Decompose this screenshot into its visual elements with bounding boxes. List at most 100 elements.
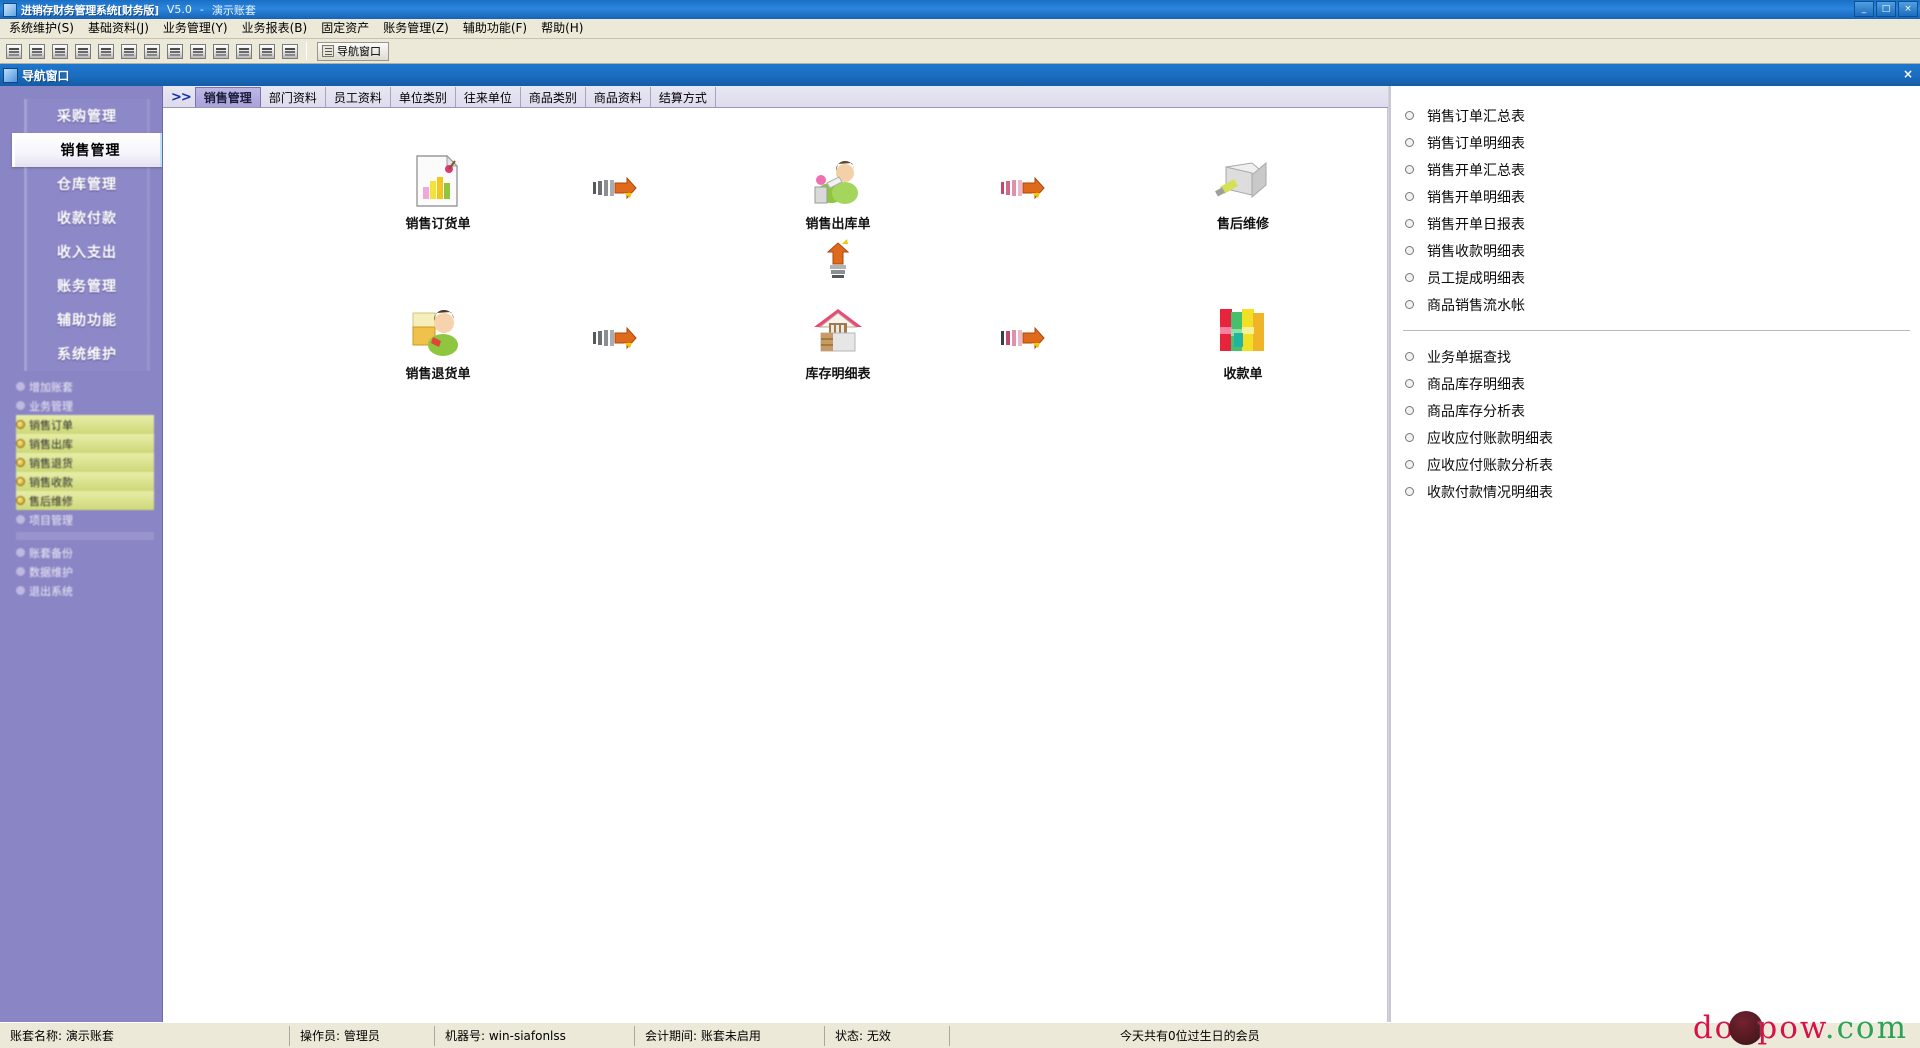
list-icon[interactable]	[72, 41, 93, 62]
list-item[interactable]: 账套备份	[16, 543, 154, 562]
report-link-sales-order-summary[interactable]: 销售订单汇总表	[1389, 102, 1920, 129]
list-item[interactable]: 销售收款	[16, 472, 154, 491]
window-account-name: 演示账套	[211, 3, 256, 17]
report-link-sales-receipt-detail[interactable]: 销售收款明细表	[1389, 237, 1920, 264]
list-item[interactable]: 业务管理	[16, 396, 154, 415]
toolbar-separator	[306, 42, 307, 60]
sidebar-main-list: 采购管理 销售管理 仓库管理 收款付款 收入支出 账务管理 辅助功能 系统维护	[12, 99, 162, 371]
tab-department-data[interactable]: 部门资料	[261, 87, 326, 107]
sidebar-sub-label: 销售收款	[29, 475, 73, 489]
report-link-sales-order-detail[interactable]: 销售订单明细表	[1389, 129, 1920, 156]
status-operator: 操作员: 管理员	[290, 1025, 435, 1046]
report-label: 销售收款明细表	[1427, 243, 1525, 260]
bullet-icon	[16, 586, 25, 595]
report-link-inventory-analysis[interactable]: 商品库存分析表	[1389, 397, 1920, 424]
report-link-employee-commission[interactable]: 员工提成明细表	[1389, 264, 1920, 291]
chart-icon[interactable]	[233, 41, 254, 62]
sidebar-sub-label: 项目管理	[29, 513, 73, 527]
tab-scroll-icon[interactable]: >>	[167, 90, 195, 107]
flow-node-sales-return[interactable]: 销售退货单	[383, 303, 493, 382]
bullet-icon	[1405, 192, 1414, 201]
list-item[interactable]: 增加账套	[16, 377, 154, 396]
sidebar-sub-label: 数据维护	[29, 565, 73, 579]
print-icon[interactable]	[164, 41, 185, 62]
list-item[interactable]: 数据维护	[16, 562, 154, 581]
open-document-icon[interactable]	[26, 41, 47, 62]
report-label: 商品销售流水帐	[1427, 297, 1525, 314]
report-link-document-search[interactable]: 业务单据查找	[1389, 343, 1920, 370]
sidebar-item-sales[interactable]: 销售管理	[12, 133, 162, 167]
window-titlebar: 进销存财务管理系统[财务版] V5.0 - 演示账套 _ □ ×	[0, 0, 1920, 19]
menu-help[interactable]: 帮助(H)	[534, 19, 590, 38]
menu-auxiliary-functions[interactable]: 辅助功能(F)	[456, 19, 534, 38]
bullet-icon	[1405, 433, 1414, 442]
flow-node-after-sales[interactable]: 售后维修	[1188, 153, 1298, 232]
report-link-inventory-detail[interactable]: 商品库存明细表	[1389, 370, 1920, 397]
filter-icon[interactable]	[279, 41, 300, 62]
workspace: 采购管理 销售管理 仓库管理 收款付款 收入支出 账务管理 辅助功能 系统维护 …	[0, 86, 1920, 1022]
flow-arrow-right	[593, 176, 637, 200]
tab-business-unit[interactable]: 往来单位	[456, 87, 521, 107]
list-item[interactable]: 售后维修	[16, 491, 154, 510]
maximize-button[interactable]: □	[1876, 1, 1896, 17]
sidebar-item-income-expense[interactable]: 收入支出	[24, 235, 150, 269]
menu-business-reports[interactable]: 业务报表(B)	[235, 19, 315, 38]
window-controls: _ □ ×	[1854, 1, 1918, 17]
sidebar-item-system[interactable]: 系统维护	[24, 337, 150, 371]
menu-business-management[interactable]: 业务管理(Y)	[156, 19, 235, 38]
sort-icon[interactable]	[256, 41, 277, 62]
report-icon[interactable]	[95, 41, 116, 62]
report-label: 应收应付账款分析表	[1427, 457, 1553, 474]
check-icon[interactable]	[118, 41, 139, 62]
nav-window-label: 导航窗口	[337, 45, 381, 58]
list-item[interactable]: 退出系统	[16, 581, 154, 600]
warning-icon	[16, 420, 25, 429]
flow-node-sales-order[interactable]: 销售订货单	[383, 153, 493, 232]
bullet-icon	[1405, 300, 1414, 309]
list-item[interactable]: 销售订单	[16, 415, 154, 434]
report-label: 商品库存明细表	[1427, 376, 1525, 393]
flow-node-label: 销售出库单	[805, 217, 871, 232]
list-item[interactable]: 销售退货	[16, 453, 154, 472]
report-link-receivable-payable-analysis[interactable]: 应收应付账款分析表	[1389, 451, 1920, 478]
menu-basic-data[interactable]: 基础资料(J)	[81, 19, 156, 38]
menu-fixed-assets[interactable]: 固定资产	[314, 19, 376, 38]
statusbar: 账套名称: 演示账套 操作员: 管理员 机器号: win-siafonlss 会…	[0, 1022, 1920, 1048]
menu-system-maintenance[interactable]: 系统维护(S)	[2, 19, 81, 38]
flow-node-inventory-detail[interactable]: 库存明细表	[783, 303, 893, 382]
nav-window-button[interactable]: 导航窗口	[317, 41, 389, 61]
report-link-receivable-payable-detail[interactable]: 应收应付账款明细表	[1389, 424, 1920, 451]
sidebar-item-auxiliary[interactable]: 辅助功能	[24, 303, 150, 337]
flow-node-receipt-voucher[interactable]: 收款单	[1188, 303, 1298, 382]
minimize-button[interactable]: _	[1854, 1, 1874, 17]
report-link-sales-invoice-detail[interactable]: 销售开单明细表	[1389, 183, 1920, 210]
report-link-receipt-payment-detail[interactable]: 收款付款情况明细表	[1389, 478, 1920, 505]
report-label: 销售订单汇总表	[1427, 108, 1525, 125]
list-item[interactable]: 项目管理	[16, 510, 154, 529]
sidebar-item-payment[interactable]: 收款付款	[24, 201, 150, 235]
ledger-icon[interactable]	[210, 41, 231, 62]
tab-sales-management[interactable]: 销售管理	[194, 87, 261, 107]
report-link-sales-invoice-summary[interactable]: 销售开单汇总表	[1389, 156, 1920, 183]
tab-unit-category[interactable]: 单位类别	[391, 87, 456, 107]
close-button[interactable]: ×	[1898, 1, 1918, 17]
mdi-child-titlebar: 导航窗口 ×	[0, 64, 1920, 86]
sidebar-item-accounting[interactable]: 账务管理	[24, 269, 150, 303]
tab-product-data[interactable]: 商品资料	[586, 87, 651, 107]
list-item[interactable]: 销售出库	[16, 434, 154, 453]
sidebar-item-warehouse[interactable]: 仓库管理	[24, 167, 150, 201]
sidebar-item-purchase[interactable]: 采购管理	[24, 99, 150, 133]
menu-account-management[interactable]: 账务管理(Z)	[376, 19, 456, 38]
tab-settlement-method[interactable]: 结算方式	[651, 87, 716, 107]
after-sales-service-icon	[1214, 153, 1272, 209]
tab-employee-data[interactable]: 员工资料	[326, 87, 391, 107]
new-document-icon[interactable]	[3, 41, 24, 62]
flow-node-sales-outbound[interactable]: 销售出库单	[783, 153, 893, 232]
report-link-product-sales-journal[interactable]: 商品销售流水帐	[1389, 291, 1920, 318]
table-icon[interactable]	[187, 41, 208, 62]
user-icon[interactable]	[141, 41, 162, 62]
tab-product-category[interactable]: 商品类别	[521, 87, 586, 107]
report-link-sales-invoice-daily[interactable]: 销售开单日报表	[1389, 210, 1920, 237]
grid-icon[interactable]	[49, 41, 70, 62]
mdi-close-icon[interactable]: ×	[1900, 67, 1916, 82]
